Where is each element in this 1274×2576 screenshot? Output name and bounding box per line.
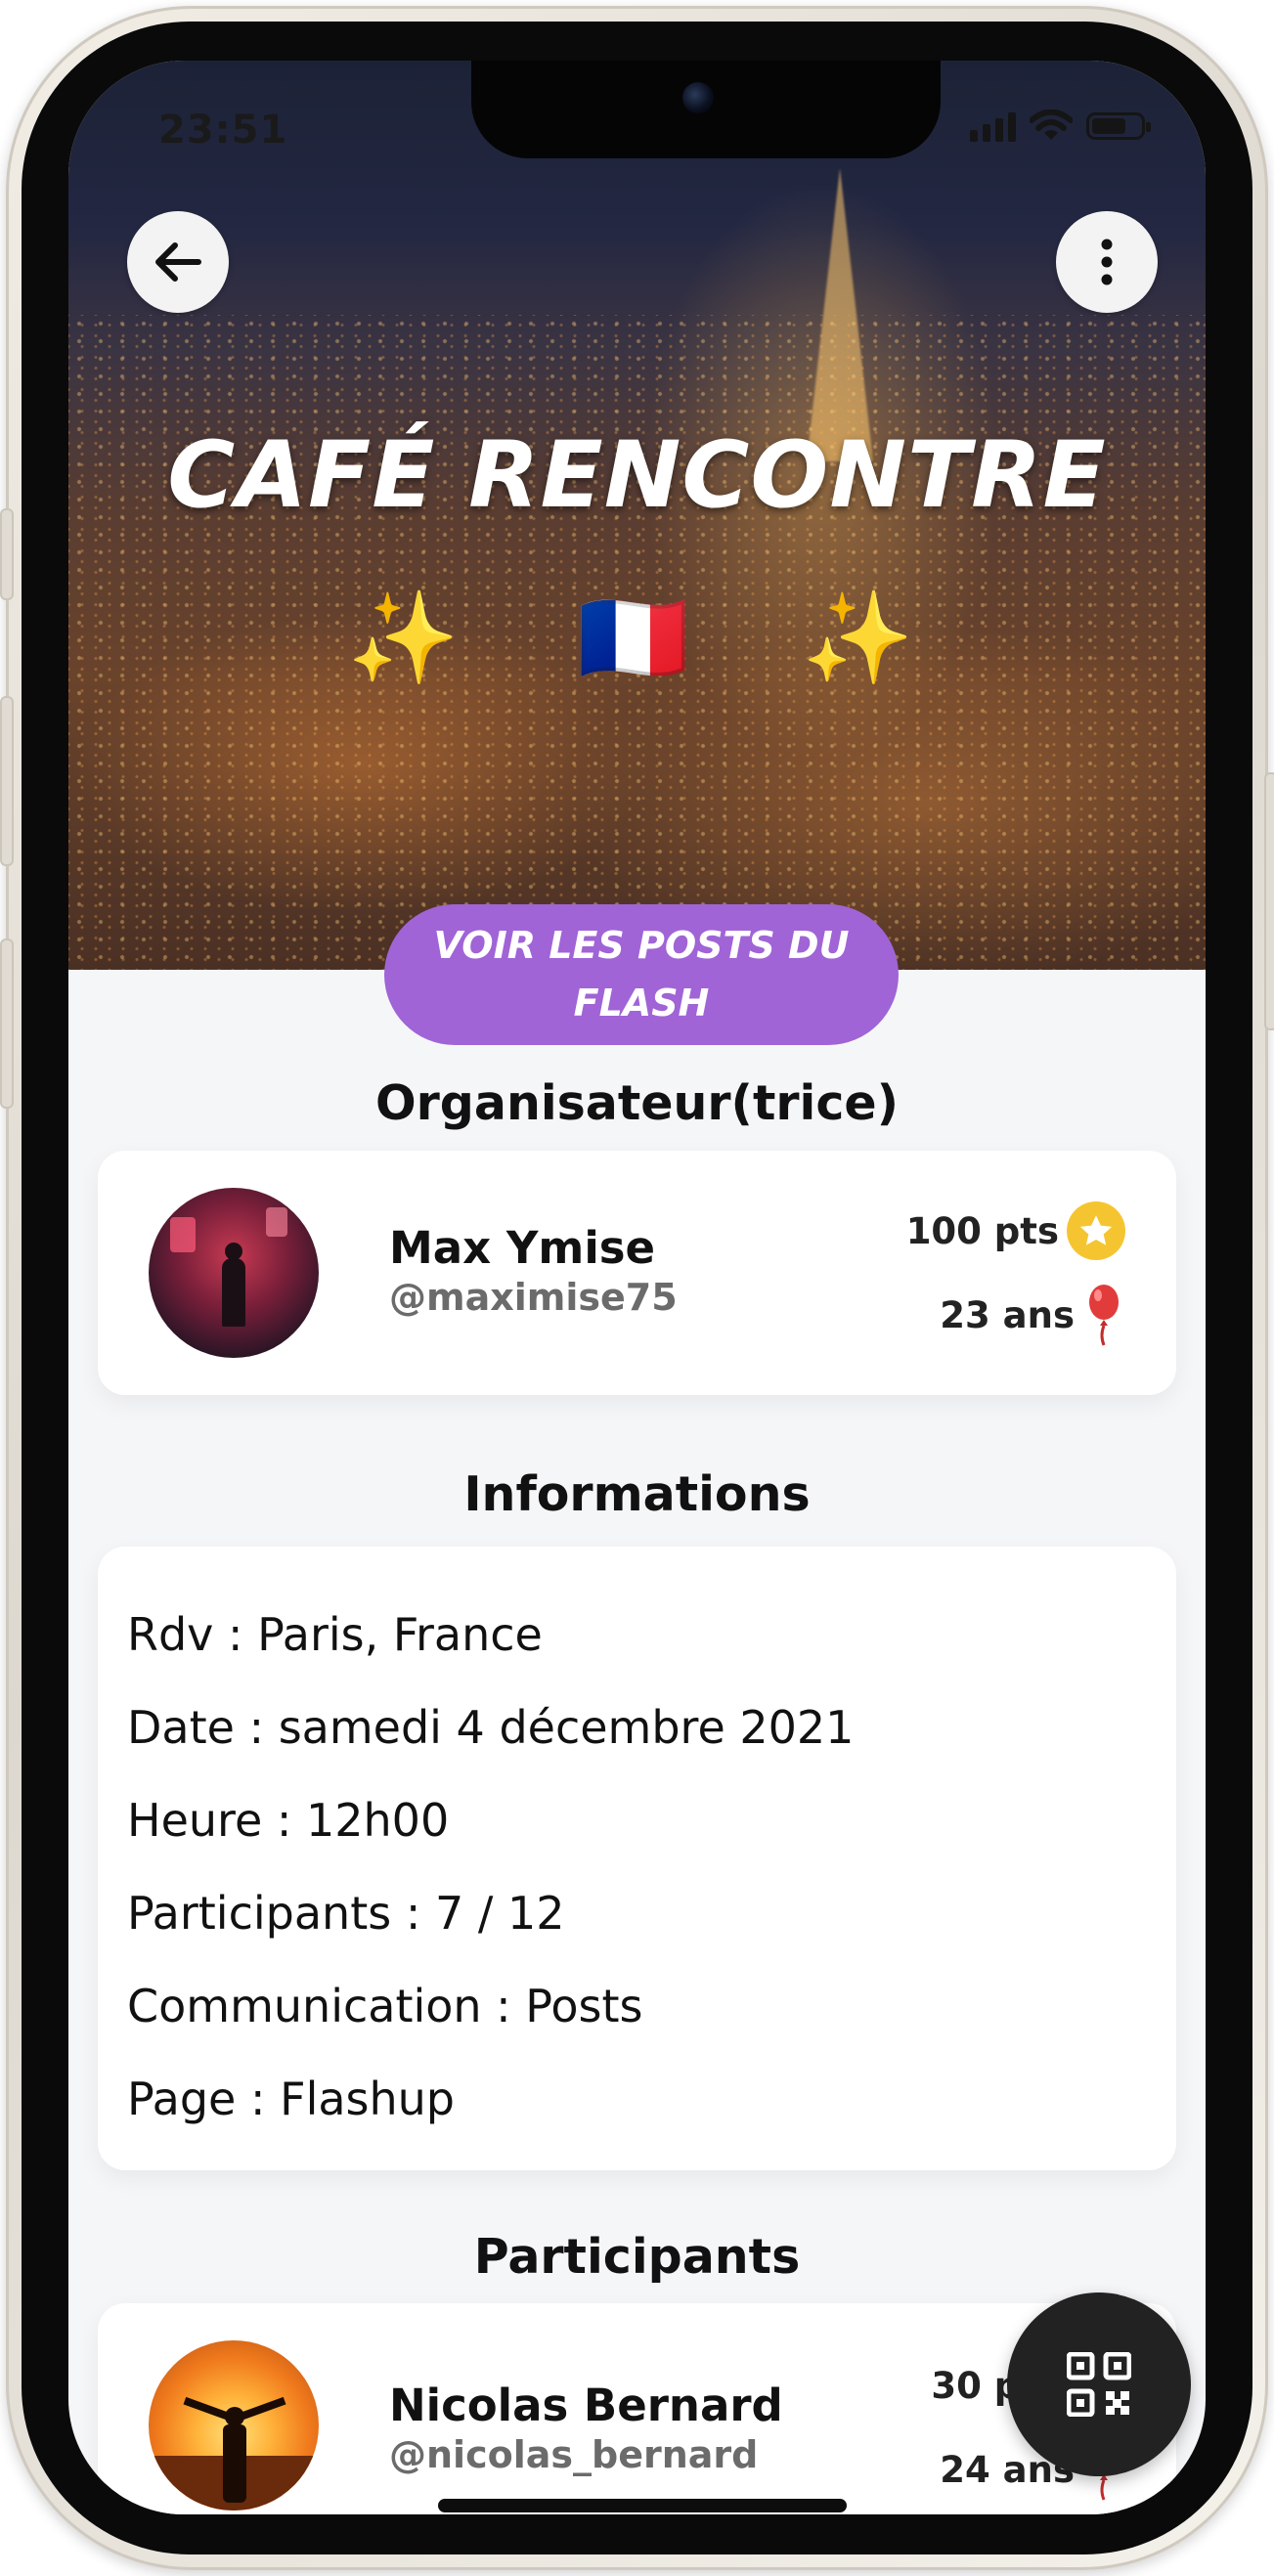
battery-level xyxy=(1092,118,1125,134)
participants-section-title: Participants xyxy=(473,2229,801,2285)
volume-down-button xyxy=(0,939,14,1109)
camera-icon xyxy=(682,82,714,113)
age-text: 23 ans xyxy=(940,1293,1075,1336)
qr-code-icon xyxy=(1067,2352,1131,2417)
more-vertical-icon xyxy=(1101,239,1113,285)
avatar xyxy=(149,1188,319,1358)
silent-switch xyxy=(0,508,14,600)
info-date: Date : samedi 4 décembre 2021 xyxy=(127,1701,855,1754)
qr-code-button[interactable] xyxy=(1007,2292,1191,2476)
organizer-card[interactable]: Max Ymise @maximise75 100 pts 23 ans xyxy=(98,1151,1176,1395)
sparkles-icon: ✨ xyxy=(347,586,460,690)
info-rdv: Rdv : Paris, France xyxy=(127,1608,543,1661)
volume-up-button xyxy=(0,696,14,866)
organizer-points: 100 pts xyxy=(906,1201,1125,1260)
status-icons xyxy=(970,109,1151,143)
organizer-name: Max Ymise xyxy=(389,1222,656,1274)
flash-title: CAFÉ RENCONTRE xyxy=(167,422,1107,529)
star-icon xyxy=(1067,1201,1125,1260)
battery-icon xyxy=(1086,112,1151,140)
participant-name: Nicolas Bernard xyxy=(389,2380,783,2431)
sparkles-icon: ✨ xyxy=(802,586,914,690)
view-flash-posts-button[interactable]: VOIR LES POSTS DU FLASH xyxy=(384,904,899,1045)
avatar xyxy=(149,2340,319,2511)
wifi-icon xyxy=(1030,109,1073,140)
back-button[interactable] xyxy=(127,211,229,313)
balloon-pin-icon xyxy=(1089,1285,1119,1346)
home-indicator[interactable] xyxy=(438,2499,847,2512)
informations-section-title: Informations xyxy=(463,1466,811,1522)
informations-card: Rdv : Paris, France Date : samedi 4 déce… xyxy=(98,1547,1176,2170)
organizer-age: 23 ans xyxy=(940,1283,1125,1347)
screen: 23:51 CAFÉ RENCONTRE ✨ 🇫🇷 ✨ VOIR LES POS… xyxy=(68,61,1206,2514)
info-time: Heure : 12h00 xyxy=(127,1794,450,1847)
notch xyxy=(471,61,941,158)
more-options-button[interactable] xyxy=(1056,211,1158,313)
info-participants: Participants : 7 / 12 xyxy=(127,1887,565,1940)
arrow-left-icon xyxy=(155,242,201,282)
organizer-section-title: Organisateur(trice) xyxy=(374,1075,900,1131)
power-button xyxy=(1264,772,1274,1030)
participant-handle: @nicolas_bernard xyxy=(389,2433,759,2476)
points-text: 100 pts xyxy=(905,1209,1059,1252)
status-time: 23:51 xyxy=(158,108,288,153)
info-page: Page : Flashup xyxy=(127,2073,456,2125)
signal-icon xyxy=(970,110,1016,142)
info-communication: Communication : Posts xyxy=(127,1980,643,2032)
france-flag-icon: 🇫🇷 xyxy=(577,586,689,690)
organizer-handle: @maximise75 xyxy=(389,1276,678,1319)
